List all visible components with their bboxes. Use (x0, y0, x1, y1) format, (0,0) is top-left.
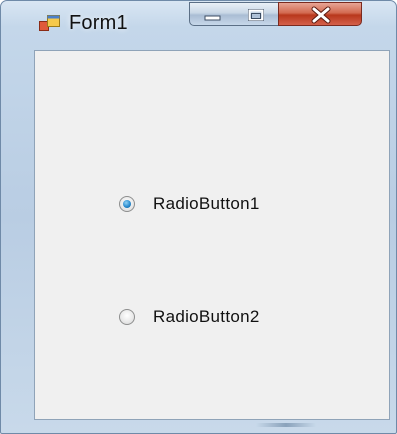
form-icon (39, 15, 60, 31)
radio-button-1-label[interactable]: RadioButton1 (153, 194, 260, 214)
radio-selected-icon[interactable] (119, 196, 135, 212)
form-window: Form1 RadioButton1 RadioButton2 (0, 0, 397, 434)
maximize-button[interactable] (234, 2, 279, 26)
close-icon (311, 6, 331, 24)
radio-button-2-label[interactable]: RadioButton2 (153, 307, 260, 327)
title-bar[interactable]: Form1 (1, 1, 396, 41)
maximize-icon (248, 9, 264, 21)
radio-button-2[interactable]: RadioButton2 (119, 305, 260, 329)
form-client-area: RadioButton1 RadioButton2 (34, 50, 390, 420)
radio-button-1[interactable]: RadioButton1 (119, 192, 260, 216)
radio-unselected-icon[interactable] (119, 309, 135, 325)
minimize-button[interactable] (189, 2, 235, 26)
close-button[interactable] (278, 2, 362, 26)
minimize-icon (204, 15, 221, 21)
window-title: Form1 (69, 12, 128, 34)
window-border-highlight (256, 423, 316, 427)
